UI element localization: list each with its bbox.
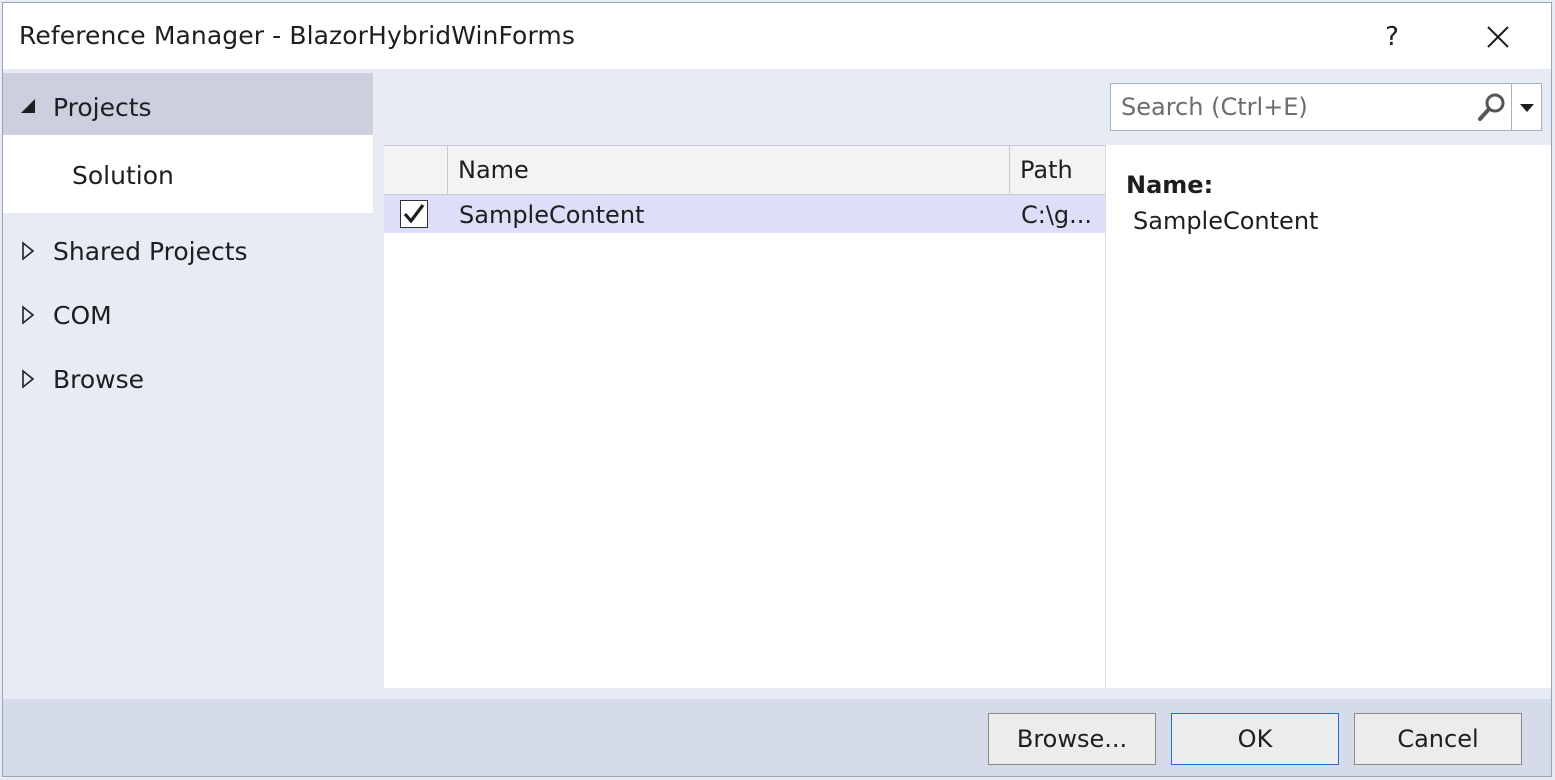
details-name-value: SampleContent — [1133, 207, 1319, 235]
list-header: Name Path — [384, 145, 1105, 195]
row-name: SampleContent — [459, 201, 645, 229]
details-name-label: Name: — [1126, 171, 1214, 199]
help-button[interactable]: ? — [1367, 17, 1417, 57]
close-button[interactable] — [1473, 17, 1523, 57]
search-icon[interactable] — [1477, 92, 1507, 122]
reference-list: Name Path SampleContent C:\g... — [384, 145, 1105, 688]
nav-item-label: COM — [53, 301, 112, 330]
triangle-collapsed-icon — [22, 305, 35, 325]
close-icon — [1487, 26, 1509, 48]
triangle-collapsed-icon — [22, 241, 35, 261]
chevron-down-icon — [1520, 104, 1534, 112]
nav-item-com[interactable]: COM — [3, 281, 373, 345]
table-row[interactable]: SampleContent C:\g... — [384, 195, 1105, 233]
nav-item-shared-projects[interactable]: Shared Projects — [3, 217, 373, 281]
checkmark-icon — [403, 204, 425, 224]
triangle-expanded-icon — [21, 99, 35, 113]
nav-item-label: Projects — [53, 93, 152, 122]
nav-item-label: Solution — [72, 161, 174, 190]
search-options-dropdown[interactable] — [1512, 83, 1542, 131]
left-navigation: Projects Solution Shared Projects COM Br… — [3, 69, 373, 699]
nav-item-label: Browse — [53, 365, 145, 394]
window-title: Reference Manager - BlazorHybridWinForms — [19, 21, 575, 50]
row-path: C:\g... — [1021, 201, 1093, 229]
triangle-collapsed-icon — [22, 369, 35, 389]
reference-checkbox[interactable] — [400, 200, 428, 228]
column-header-path[interactable]: Path — [1010, 146, 1105, 194]
column-header-check[interactable] — [384, 146, 448, 194]
search-box — [1110, 83, 1512, 131]
ok-button[interactable]: OK — [1171, 713, 1339, 765]
title-bar: Reference Manager - BlazorHybridWinForms… — [3, 3, 1551, 69]
nav-item-browse[interactable]: Browse — [3, 345, 373, 409]
nav-item-projects[interactable]: Projects — [3, 73, 373, 135]
search-input[interactable] — [1111, 84, 1471, 130]
column-header-name[interactable]: Name — [448, 146, 1010, 194]
nav-item-label: Shared Projects — [53, 237, 248, 266]
reference-manager-dialog: Reference Manager - BlazorHybridWinForms… — [2, 2, 1552, 777]
browse-button[interactable]: Browse... — [988, 713, 1156, 765]
details-pane: Name: SampleContent — [1105, 145, 1551, 688]
dialog-footer: Browse... OK Cancel — [3, 699, 1551, 776]
cancel-button[interactable]: Cancel — [1354, 713, 1522, 765]
nav-item-solution[interactable]: Solution — [3, 135, 373, 213]
